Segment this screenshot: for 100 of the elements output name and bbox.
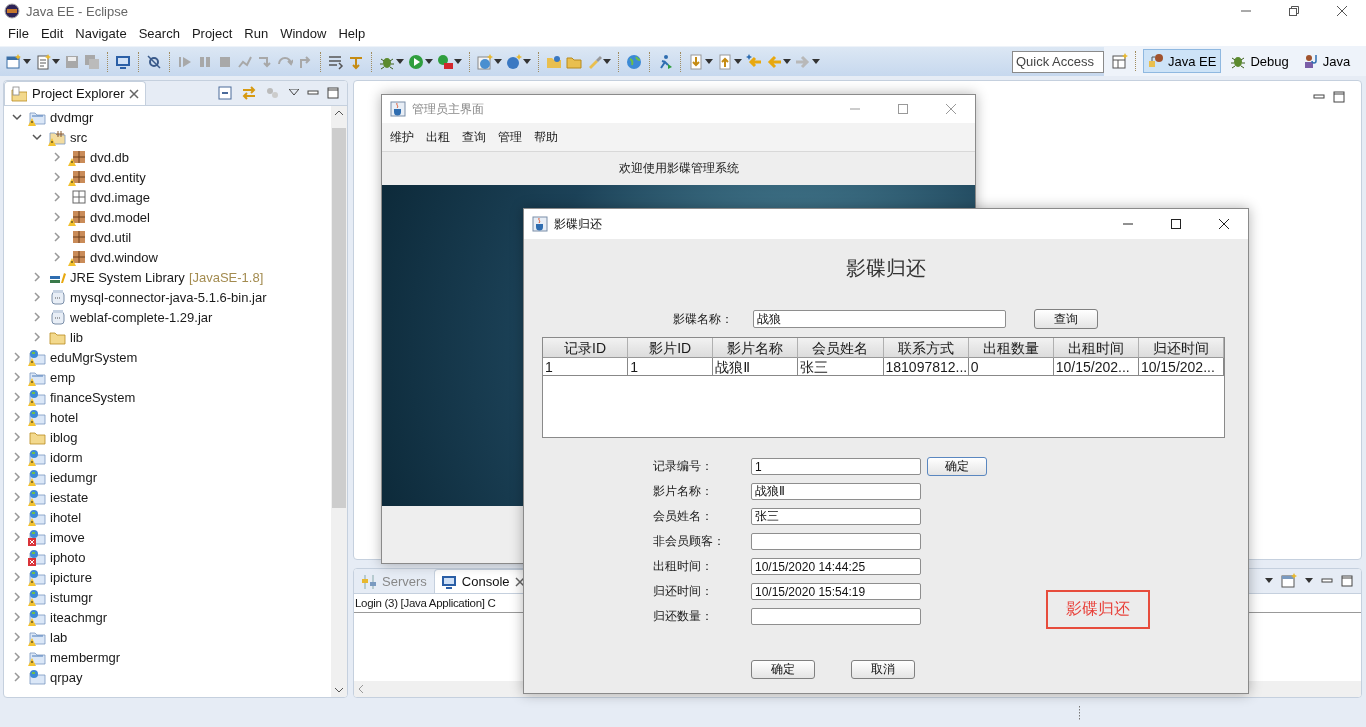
caret-icon[interactable]: [396, 58, 404, 65]
caret-icon[interactable]: [812, 58, 820, 65]
close-icon[interactable]: [129, 88, 140, 99]
maximize-icon[interactable]: [1341, 575, 1353, 588]
monitor-icon[interactable]: [115, 53, 131, 70]
tree-item-label[interactable]: dvd.db: [90, 149, 130, 165]
perspective-button[interactable]: Debug: [1225, 49, 1294, 73]
caret-icon[interactable]: [1305, 578, 1313, 585]
menu-item[interactable]: 管理: [492, 128, 528, 146]
caret-icon[interactable]: [783, 58, 791, 65]
tree-item-label[interactable]: JRE System Library: [70, 269, 185, 285]
tree-item-label[interactable]: ipicture: [50, 569, 92, 585]
list-arrow-icon[interactable]: [328, 53, 344, 70]
tree-item-label[interactable]: dvd.window: [90, 249, 158, 265]
input-field[interactable]: 战狼Ⅱ: [751, 483, 921, 500]
view-menu-icon[interactable]: [289, 89, 299, 97]
column-header[interactable]: 影片ID: [628, 338, 714, 358]
tree-item-label[interactable]: mysql-connector-java-5.1.6-bin.jar: [70, 289, 267, 305]
dialog-button[interactable]: 确定: [751, 660, 815, 679]
tree-item-label[interactable]: emp: [50, 369, 76, 385]
tree-item-label[interactable]: idorm: [50, 449, 83, 465]
tree-item-label[interactable]: dvdmgr: [50, 109, 94, 125]
save-all-icon[interactable]: [84, 53, 100, 70]
menu-item[interactable]: Edit: [34, 25, 70, 41]
tree-item-label[interactable]: ihotel: [50, 509, 82, 525]
column-header[interactable]: 出租数量: [968, 338, 1054, 358]
query-button[interactable]: 查询: [1034, 309, 1098, 329]
perspective-button[interactable]: Java EE: [1143, 49, 1222, 73]
tree-item-label[interactable]: istumgr: [50, 589, 93, 605]
tree-item-label[interactable]: iestate: [50, 489, 89, 505]
window-plus-icon[interactable]: [1281, 573, 1297, 590]
tree-item-label[interactable]: dvd.model: [90, 209, 150, 225]
column-header[interactable]: 影片名称: [713, 338, 799, 358]
caret-icon[interactable]: [1265, 578, 1273, 585]
menu-item[interactable]: 维护: [384, 128, 420, 146]
tree-item-label[interactable]: lib: [70, 329, 83, 345]
column-header[interactable]: 出租时间: [1053, 338, 1139, 358]
column-header[interactable]: 联系方式: [883, 338, 969, 358]
perspective-button[interactable]: Java: [1297, 49, 1356, 73]
menu-item[interactable]: Window: [274, 25, 333, 41]
column-header[interactable]: 记录ID: [543, 338, 629, 358]
breakpoint-slash-icon[interactable]: [146, 53, 162, 70]
new-window-icon[interactable]: [6, 53, 22, 70]
input-field[interactable]: [751, 608, 921, 625]
column-header[interactable]: 会员姓名: [798, 338, 884, 358]
tree-item-label[interactable]: membermgr: [50, 649, 121, 665]
tree-item-label[interactable]: dvd.util: [90, 229, 132, 245]
open-perspective-icon[interactable]: [1112, 53, 1128, 69]
tree-item-label[interactable]: dvd.image: [90, 189, 150, 205]
input-field[interactable]: 10/15/2020 14:44:25: [751, 558, 921, 575]
tree-item-label[interactable]: financeSystem: [50, 389, 136, 405]
view-tab[interactable]: Project Explorer: [4, 81, 147, 105]
caret-icon[interactable]: [523, 58, 531, 65]
caret-icon[interactable]: [52, 58, 60, 65]
scrollbar[interactable]: [331, 106, 347, 697]
caret-icon[interactable]: [705, 58, 713, 65]
menu-item[interactable]: Help: [332, 25, 372, 41]
maximize-icon[interactable]: [327, 87, 339, 99]
tree-item-label[interactable]: iteachmgr: [50, 609, 108, 625]
menu-item[interactable]: Run: [238, 25, 275, 41]
input-field[interactable]: 张三: [751, 508, 921, 525]
quick-access-field[interactable]: Quick Access: [1012, 50, 1104, 73]
tree-item-label[interactable]: hotel: [50, 409, 79, 425]
tree-item-label[interactable]: iphoto: [50, 549, 86, 565]
menu-item[interactable]: Navigate: [69, 25, 133, 41]
menu-item[interactable]: 帮助: [528, 128, 564, 146]
tree-item-label[interactable]: src: [70, 129, 88, 145]
star-arrow-icon[interactable]: [746, 53, 762, 70]
collapse-all-icon[interactable]: [217, 85, 233, 101]
menu-item[interactable]: File: [2, 25, 35, 41]
step-return-icon[interactable]: [297, 53, 313, 70]
column-header[interactable]: 归还时间: [1138, 338, 1224, 358]
link-arrows-icon[interactable]: [241, 85, 257, 101]
tree-item-label[interactable]: weblaf-complete-1.29.jar: [70, 309, 213, 325]
caret-icon[interactable]: [454, 58, 462, 65]
search-field[interactable]: 战狼: [753, 310, 1006, 328]
caret-icon[interactable]: [494, 58, 502, 65]
globe-icon[interactable]: [626, 53, 642, 70]
folder-open-icon[interactable]: [546, 53, 562, 70]
tree-item-label[interactable]: dvd.entity: [90, 169, 146, 185]
menu-item[interactable]: Search: [132, 25, 186, 41]
caret-icon[interactable]: [23, 58, 31, 65]
caret-icon[interactable]: [603, 58, 611, 65]
dialog-button[interactable]: 取消: [851, 660, 915, 679]
tree-item-label[interactable]: imove: [50, 529, 85, 545]
confirm-button[interactable]: 确定: [927, 457, 987, 476]
caret-icon[interactable]: [425, 58, 433, 65]
tree-item-label[interactable]: qrpay: [50, 669, 83, 685]
person-run-icon[interactable]: [657, 53, 673, 70]
class-plus-icon[interactable]: [506, 53, 522, 70]
run-server-icon[interactable]: [437, 53, 453, 70]
maximize-icon[interactable]: [1333, 91, 1345, 103]
close-icon[interactable]: [514, 576, 525, 587]
menu-item[interactable]: 查询: [456, 128, 492, 146]
input-field[interactable]: 1: [751, 458, 921, 475]
caret-icon[interactable]: [734, 58, 742, 65]
tree-item-label[interactable]: lab: [50, 629, 68, 645]
tree-item-label[interactable]: iblog: [50, 429, 78, 445]
input-field[interactable]: 10/15/2020 15:54:19: [751, 583, 921, 600]
tree-item-label[interactable]: eduMgrSystem: [50, 349, 138, 365]
